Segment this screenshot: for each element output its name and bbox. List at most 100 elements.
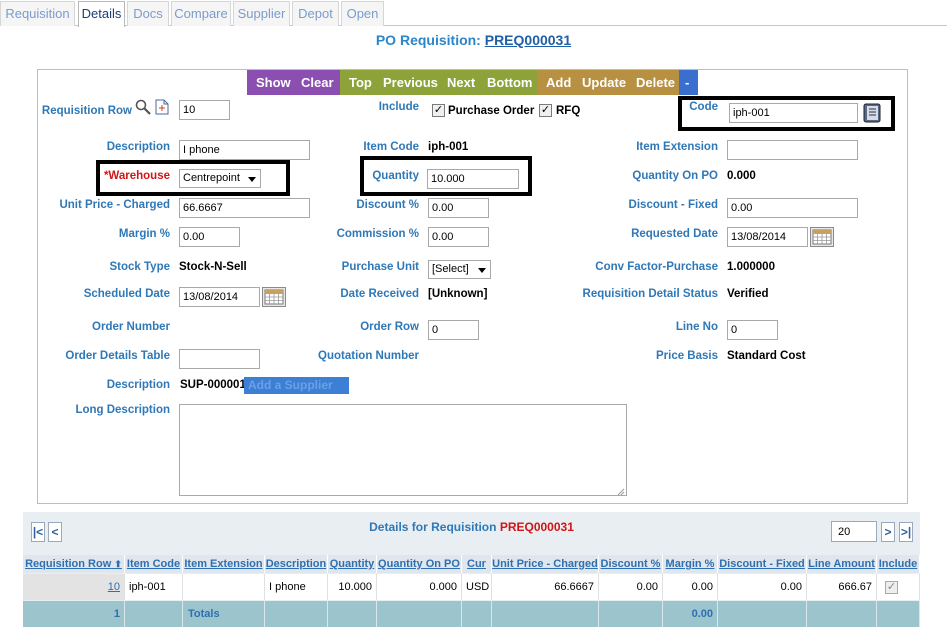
discount-pct-input[interactable]: 0.00 — [428, 198, 489, 218]
previous-button[interactable]: Previous — [383, 70, 438, 95]
date-received-value: [Unknown] — [428, 288, 488, 300]
next-button[interactable]: Next — [447, 70, 475, 95]
grid-title-prefix: Details for Requisition — [369, 520, 497, 534]
purchase-unit-selected-value: [Select] — [432, 263, 469, 275]
column-header-line-amount[interactable]: Line Amount — [807, 555, 877, 573]
tab-bar: Requisition Details Docs Compare Supplie… — [0, 0, 947, 27]
top-button[interactable]: Top — [349, 70, 372, 95]
conv-factor-label: Conv Factor-Purchase — [595, 261, 718, 273]
commission-input[interactable]: 0.00 — [428, 227, 489, 247]
column-header-discount-pct[interactable]: Discount % — [599, 555, 663, 573]
warehouse-selected-value: Centrepoint — [183, 172, 240, 184]
discount-fixed-input[interactable]: 0.00 — [727, 198, 858, 218]
stock-type-value: Stock-N-Sell — [179, 261, 247, 273]
order-details-table-input[interactable] — [179, 349, 260, 369]
column-header-discount-fixed[interactable]: Discount - Fixed — [718, 555, 807, 573]
code-label: Code — [689, 101, 718, 113]
column-header-item-code[interactable]: Item Code — [125, 555, 183, 573]
add-button[interactable]: Add — [546, 70, 571, 95]
line-no-input[interactable]: 0 — [727, 320, 778, 340]
footer-margin-total: 0.00 — [663, 601, 718, 627]
page-size-input[interactable]: 20 — [831, 521, 877, 542]
column-header-unit-price[interactable]: Unit Price - Charged — [492, 555, 599, 573]
purchase-order-checkbox[interactable]: ✓ — [432, 104, 445, 117]
table-cell-margin-pct: 0.00 — [663, 574, 718, 600]
resize-handle-icon[interactable] — [616, 485, 625, 496]
grid-title-id: PREQ000031 — [499, 520, 574, 534]
tab-compare[interactable]: Compare — [171, 1, 231, 26]
column-header-quantity[interactable]: Quantity — [328, 555, 377, 573]
requisition-row-input[interactable]: 10 — [179, 100, 230, 120]
table-row-requisition-row[interactable]: 10 — [23, 574, 125, 600]
column-header-include[interactable]: Include — [877, 555, 920, 573]
item-extension-input[interactable] — [727, 140, 858, 160]
long-description-textarea[interactable] — [179, 404, 627, 496]
req-detail-status-label: Requisition Detail Status — [582, 288, 718, 300]
quantity-on-po-label: Quantity On PO — [632, 170, 718, 182]
item-code-label: Item Code — [363, 141, 419, 153]
warehouse-label: *Warehouse — [103, 170, 170, 182]
rfq-checkbox[interactable]: ✓ — [539, 104, 552, 117]
table-cell-description: I phone — [265, 574, 328, 600]
quantity-label: Quantity — [372, 170, 419, 182]
table-cell-discount-fixed: 0.00 — [718, 574, 807, 600]
tab-requisition[interactable]: Requisition — [0, 1, 75, 26]
quantity-on-po-value: 0.000 — [727, 170, 756, 182]
tab-open[interactable]: Open — [341, 1, 384, 26]
unit-price-input[interactable]: 66.6667 — [179, 198, 310, 218]
requisition-id-link[interactable]: PREQ000031 — [485, 32, 571, 48]
description-input[interactable]: I phone — [179, 140, 310, 160]
scheduled-date-input[interactable]: 13/08/2014 — [179, 287, 260, 307]
tab-details[interactable]: Details — [78, 1, 125, 27]
table-cell-item-code: iph-001 — [125, 574, 183, 600]
conv-factor-value: 1.000000 — [727, 261, 775, 273]
delete-button[interactable]: Delete — [636, 70, 675, 95]
tab-docs[interactable]: Docs — [127, 1, 169, 26]
show-button[interactable]: Show — [256, 70, 291, 95]
purchase-order-label: Purchase Order — [448, 105, 535, 117]
requested-date-label: Requested Date — [631, 228, 718, 240]
purchase-unit-select[interactable]: [Select] — [428, 260, 491, 279]
scheduled-date-calendar-icon[interactable] — [262, 287, 286, 307]
column-header-cur[interactable]: Cur — [462, 555, 492, 573]
bottom-button[interactable]: Bottom — [487, 70, 533, 95]
toolbar-group-crud: Add Update Delete — [537, 70, 679, 95]
table-cell-line-amount: 666.67 — [807, 574, 877, 600]
requested-date-input[interactable]: 13/08/2014 — [727, 227, 808, 247]
toolbar-group-show: Show Clear — [247, 70, 340, 95]
column-header-requisition-row[interactable]: Requisition Row ⬆ — [23, 555, 125, 573]
order-details-table-label: Order Details Table — [65, 350, 170, 362]
next-page-button[interactable]: > — [881, 522, 895, 542]
add-supplier-button[interactable]: Add a Supplier — [244, 377, 349, 394]
include-row-checkbox[interactable]: ✓ — [885, 581, 898, 594]
req-detail-status-value: Verified — [727, 288, 769, 300]
tab-depot[interactable]: Depot — [292, 1, 339, 26]
table-cell-item-extension — [183, 574, 265, 600]
update-button[interactable]: Update — [582, 70, 626, 95]
last-page-button[interactable]: >| — [899, 522, 913, 542]
footer-count: 1 — [23, 601, 125, 627]
margin-input[interactable]: 0.00 — [179, 227, 240, 247]
collapse-button[interactable]: - — [679, 70, 698, 95]
line-no-label: Line No — [675, 321, 718, 333]
lookup-list-icon[interactable] — [862, 103, 882, 123]
column-header-item-extension[interactable]: Item Extension — [183, 555, 265, 573]
order-row-input[interactable]: 0 — [428, 320, 479, 340]
search-icon[interactable] — [135, 99, 151, 115]
warehouse-select[interactable]: Centrepoint — [179, 169, 261, 188]
column-header-quantity-on-po[interactable]: Quantity On PO — [377, 555, 462, 573]
tab-supplier[interactable]: Supplier — [233, 1, 290, 26]
column-header-description[interactable]: Description — [265, 555, 328, 573]
requested-date-calendar-icon[interactable] — [810, 227, 834, 247]
code-input[interactable]: iph-001 — [729, 103, 858, 123]
order-row-label: Order Row — [360, 321, 419, 333]
unit-price-label: Unit Price - Charged — [59, 199, 170, 211]
sort-up-icon: ⬆ — [114, 559, 122, 569]
quantity-input[interactable]: 10.000 — [427, 169, 519, 189]
long-description-label: Long Description — [75, 404, 170, 416]
row-link[interactable]: 10 — [108, 581, 120, 593]
new-document-icon[interactable] — [155, 99, 169, 115]
column-header-margin-pct[interactable]: Margin % — [663, 555, 718, 573]
date-received-label: Date Received — [340, 288, 419, 300]
clear-button[interactable]: Clear — [301, 70, 334, 95]
